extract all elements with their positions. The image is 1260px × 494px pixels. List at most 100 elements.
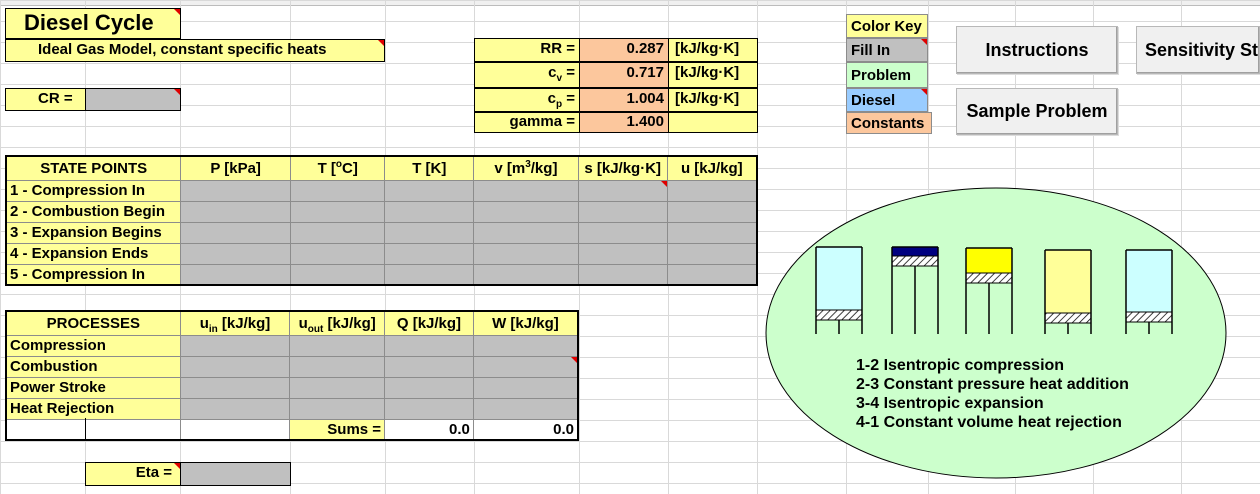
state-cell[interactable] <box>384 221 475 244</box>
table-row: 1 - Compression In <box>5 179 758 202</box>
state-cell[interactable] <box>384 179 475 202</box>
state-points-table: STATE POINTS P [kPa] T [oC] T [K] v [m3/… <box>5 155 758 286</box>
process-cell[interactable] <box>384 376 474 399</box>
sample-problem-button[interactable]: Sample Problem <box>956 88 1118 135</box>
constant-label: cv = <box>474 62 580 88</box>
table-row: 5 - Compression In <box>5 263 758 286</box>
sensitivity-button[interactable]: Sensitivity St <box>1136 26 1260 74</box>
constant-unit: [kJ/kg·K] <box>668 88 758 112</box>
constant-unit <box>668 112 758 133</box>
col-header-uout: uout [kJ/kg] <box>289 310 386 336</box>
process-cell[interactable] <box>179 355 291 378</box>
state-cell[interactable] <box>289 200 386 223</box>
table-row: Compression <box>5 334 579 357</box>
state-cell[interactable] <box>666 221 758 244</box>
state-cell[interactable] <box>473 263 579 286</box>
constant-unit: [kJ/kg·K] <box>668 38 758 62</box>
state-cell[interactable] <box>666 242 758 265</box>
sum-w-value: 0.0 <box>472 418 579 441</box>
state-cell[interactable] <box>666 179 758 202</box>
state-cell[interactable] <box>384 242 475 265</box>
row-label: Power Stroke <box>5 376 181 399</box>
state-cell[interactable] <box>180 200 291 223</box>
state-cell[interactable] <box>666 263 758 286</box>
state-cell[interactable] <box>473 179 579 202</box>
col-header-pressure: P [kPa] <box>180 155 291 181</box>
state-cell[interactable] <box>180 242 291 265</box>
processes-table: PROCESSES uin [kJ/kg] uout [kJ/kg] Q [kJ… <box>5 310 579 441</box>
state-cell[interactable] <box>577 263 668 286</box>
state-cell[interactable] <box>577 242 668 265</box>
table-row: 4 - Expansion Ends <box>5 242 758 265</box>
state-cell[interactable] <box>180 179 291 202</box>
legend-item: 3-4 Isentropic expansion <box>856 395 1044 412</box>
process-cell[interactable] <box>179 334 291 357</box>
row-label: 4 - Expansion Ends <box>5 242 182 265</box>
state-cell[interactable] <box>384 200 475 223</box>
col-header-volume: v [m3/kg] <box>473 155 579 181</box>
eta-output[interactable] <box>180 462 291 486</box>
legend-item: 1-2 Isentropic compression <box>856 357 1065 374</box>
table-header-row: STATE POINTS P [kPa] T [oC] T [K] v [m3/… <box>5 155 758 181</box>
legend-item: 4-1 Constant volume heat rejection <box>856 414 1122 431</box>
page-subtitle: Ideal Gas Model, constant specific heats <box>5 39 385 62</box>
process-cell[interactable] <box>472 334 579 357</box>
constant-unit: [kJ/kg·K] <box>668 62 758 88</box>
instructions-button[interactable]: Instructions <box>956 26 1118 74</box>
table-row: Heat Rejection <box>5 397 579 420</box>
sum-q-value: 0.0 <box>384 418 474 441</box>
process-cell[interactable] <box>384 334 474 357</box>
process-cell[interactable] <box>289 355 386 378</box>
sums-row: Sums = 0.0 0.0 <box>5 418 579 441</box>
constant-value: 0.287 <box>579 38 669 62</box>
state-cell[interactable] <box>666 200 758 223</box>
row-label: 1 - Compression In <box>5 179 182 202</box>
process-cell[interactable] <box>289 334 386 357</box>
eta-label: Eta = <box>85 462 181 486</box>
cr-input[interactable] <box>85 88 181 111</box>
process-cell[interactable] <box>289 376 386 399</box>
process-cell[interactable] <box>179 376 291 399</box>
process-cell[interactable] <box>472 376 579 399</box>
col-header-temp-k: T [K] <box>384 155 475 181</box>
state-cell[interactable] <box>473 242 579 265</box>
color-key-title: Color Key <box>846 14 928 38</box>
process-cell[interactable] <box>384 355 474 378</box>
state-cell[interactable] <box>473 221 579 244</box>
col-header-temp-c: T [oC] <box>289 155 386 181</box>
color-key-constants: Constants <box>846 112 932 134</box>
state-cell[interactable] <box>289 242 386 265</box>
process-cell[interactable] <box>179 397 291 420</box>
col-header-energy: u [kJ/kg] <box>666 155 758 181</box>
state-cell[interactable] <box>180 221 291 244</box>
process-cell[interactable] <box>384 397 474 420</box>
constant-label: RR = <box>474 38 580 62</box>
process-cell[interactable] <box>289 397 386 420</box>
state-cell[interactable] <box>384 263 475 286</box>
state-cell[interactable] <box>289 263 386 286</box>
state-cell[interactable] <box>289 221 386 244</box>
state-cell[interactable] <box>577 179 668 202</box>
col-header-state-points: STATE POINTS <box>5 155 182 181</box>
constant-label: cp = <box>474 88 580 112</box>
diagram-legend: 1-2 Isentropic compression 2-3 Constant … <box>856 356 1129 432</box>
cr-label: CR = <box>5 88 86 111</box>
process-cell[interactable] <box>472 397 579 420</box>
state-cell[interactable] <box>577 221 668 244</box>
color-key-fill-in: Fill In <box>846 38 928 62</box>
legend-item: 2-3 Constant pressure heat addition <box>856 376 1129 393</box>
row-label: Compression <box>5 334 181 357</box>
table-row: Power Stroke <box>5 376 579 399</box>
state-cell[interactable] <box>289 179 386 202</box>
constant-value: 1.400 <box>579 112 669 133</box>
sums-blank-cell <box>5 418 181 441</box>
color-key-diesel: Diesel <box>846 88 928 112</box>
state-cell[interactable] <box>473 200 579 223</box>
sums-blank-cell <box>179 418 291 441</box>
row-label: Heat Rejection <box>5 397 181 420</box>
col-header-q: Q [kJ/kg] <box>384 310 474 336</box>
state-cell[interactable] <box>180 263 291 286</box>
state-cell[interactable] <box>577 200 668 223</box>
process-cell[interactable] <box>472 355 579 378</box>
table-row: Combustion <box>5 355 579 378</box>
